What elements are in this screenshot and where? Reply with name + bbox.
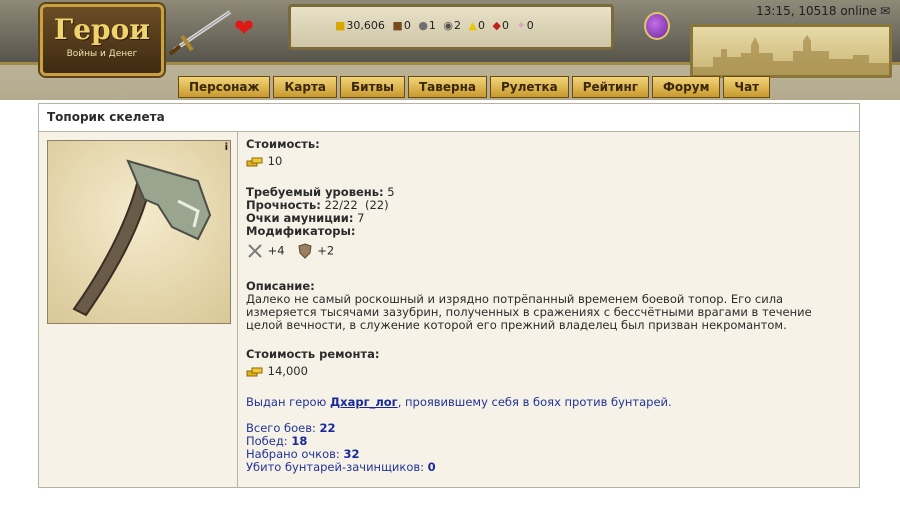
stat-label: Убито бунтарей-зачинщиков: [246, 460, 425, 474]
mail-icon[interactable]: ✉ [880, 4, 890, 18]
item-image: i [47, 140, 231, 324]
resource-mercury: ◉2 [443, 19, 461, 32]
gems-icon: ✦ [516, 19, 526, 32]
description-text: Далеко не самый роскошный и изрядно потр… [246, 292, 812, 332]
level-label: Требуемый уровень: [246, 185, 384, 199]
resource-value: 0 [501, 19, 509, 32]
city-skyline-icon [693, 35, 889, 75]
issued-prefix: Выдан герою [246, 395, 327, 409]
crystal-icon: ◆ [492, 19, 501, 32]
status-bar: 13:15, 10518 online ✉ [756, 4, 890, 18]
attack-modifier-value: +4 [267, 243, 285, 258]
resource-value: 0 [526, 19, 534, 32]
stats-list: Всего боев: 22 Побед: 18 Набрано очков: … [246, 422, 851, 474]
info-icon[interactable]: i [225, 142, 228, 153]
stat-value: 0 [427, 460, 436, 474]
modifiers-label: Модификаторы: [246, 224, 356, 238]
resource-gold: ■30,606 [335, 19, 385, 32]
stat-label: Побед: [246, 434, 288, 448]
time-online-text: 13:15, 10518 online [756, 4, 877, 18]
tab-chat[interactable]: Чат [723, 76, 771, 98]
game-logo[interactable]: Герои Войны и Денег [40, 4, 164, 76]
ammo-value: 7 [357, 211, 365, 225]
hero-link[interactable]: Дхарг_лог [330, 395, 398, 409]
logo-title: Герои [53, 13, 151, 46]
item-panel: Топорик скелета i Стоимость: 10 Требуемы… [38, 103, 860, 488]
issued-suffix: , проявившему себя в боях против бунтаре… [397, 395, 672, 409]
level-value: 5 [387, 185, 395, 199]
resource-gems: ✦0 [516, 19, 533, 32]
resource-wood: ■0 [392, 19, 410, 32]
wood-icon: ■ [392, 19, 403, 32]
resource-list: ■30,606 ■0 ●1 ◉2 ▲0 ◆0 ✦0 [335, 19, 538, 32]
repair-cost-row: 14,000 [246, 365, 851, 378]
cost-row: 10 [246, 155, 851, 168]
resource-crystal: ◆0 [493, 19, 509, 32]
gold-icon: ■ [335, 19, 346, 32]
stat-label: Набрано очков: [246, 447, 340, 461]
ore-icon: ● [418, 19, 428, 32]
issued-to-text: Выдан герою Дхарг_лог, проявившему себя … [246, 396, 851, 409]
stat-label: Всего боев: [246, 421, 316, 435]
resource-bar: ■30,606 ■0 ●1 ◉2 ▲0 ◆0 ✦0 [288, 4, 614, 50]
resource-ore: ●1 [418, 19, 436, 32]
stat-value: 18 [291, 434, 308, 448]
logo-subtitle: Войны и Денег [66, 49, 138, 59]
item-image-column: i [39, 132, 238, 487]
defense-modifier-value: +2 [317, 243, 335, 258]
modifiers-row: +4 +2 [246, 242, 851, 264]
resource-sulfur: ▲0 [469, 19, 485, 32]
stat-total-battles: Всего боев: 22 [246, 422, 851, 435]
repair-cost-label: Стоимость ремонта: [246, 347, 380, 361]
city-panorama [690, 24, 892, 78]
sulfur-icon: ▲ [468, 19, 477, 32]
resource-value: 2 [454, 19, 462, 32]
tab-character[interactable]: Персонаж [178, 76, 271, 98]
resource-value: 0 [478, 19, 485, 32]
attack-icon [248, 244, 262, 258]
tab-rating[interactable]: Рейтинг [571, 76, 650, 98]
tab-tavern[interactable]: Таверна [408, 76, 487, 98]
item-title: Топорик скелета [39, 104, 859, 132]
potion-icon[interactable] [644, 12, 670, 40]
durability-label: Прочность: [246, 198, 321, 212]
cost-label: Стоимость: [246, 137, 320, 151]
stat-value: 22 [319, 421, 336, 435]
resource-value: 30,606 [346, 19, 385, 32]
stat-rebels-killed: Убито бунтарей-зачинщиков: 0 [246, 461, 851, 474]
resource-value: 0 [403, 19, 411, 32]
tab-battles[interactable]: Битвы [340, 76, 405, 98]
gold-icon [246, 157, 263, 166]
resource-value: 1 [428, 19, 436, 32]
health-heart-icon[interactable]: ❤ [234, 14, 254, 42]
tab-map[interactable]: Карта [273, 76, 338, 98]
defense-icon [298, 243, 312, 259]
cost-value: 10 [267, 154, 283, 168]
item-details: Стоимость: 10 Требуемый уровень: 5 Прочн… [246, 138, 851, 474]
mercury-icon: ◉ [443, 19, 454, 32]
gold-icon [246, 367, 263, 376]
main-nav: Персонаж Карта Битвы Таверна Рулетка Рей… [178, 76, 771, 98]
tab-forum[interactable]: Форум [652, 76, 721, 98]
tab-roulette[interactable]: Рулетка [490, 76, 569, 98]
axe-icon [72, 159, 212, 317]
game-header: Герои Войны и Денег ❤ ■30,606 ■0 ●1 ◉2 ▲… [0, 0, 900, 100]
repair-cost-value: 14,000 [267, 364, 308, 378]
stat-value: 32 [343, 447, 360, 461]
ammo-label: Очки амуниции: [246, 211, 354, 225]
durability-value: 22/22 (22) [324, 198, 389, 212]
sword-icon [168, 10, 232, 56]
